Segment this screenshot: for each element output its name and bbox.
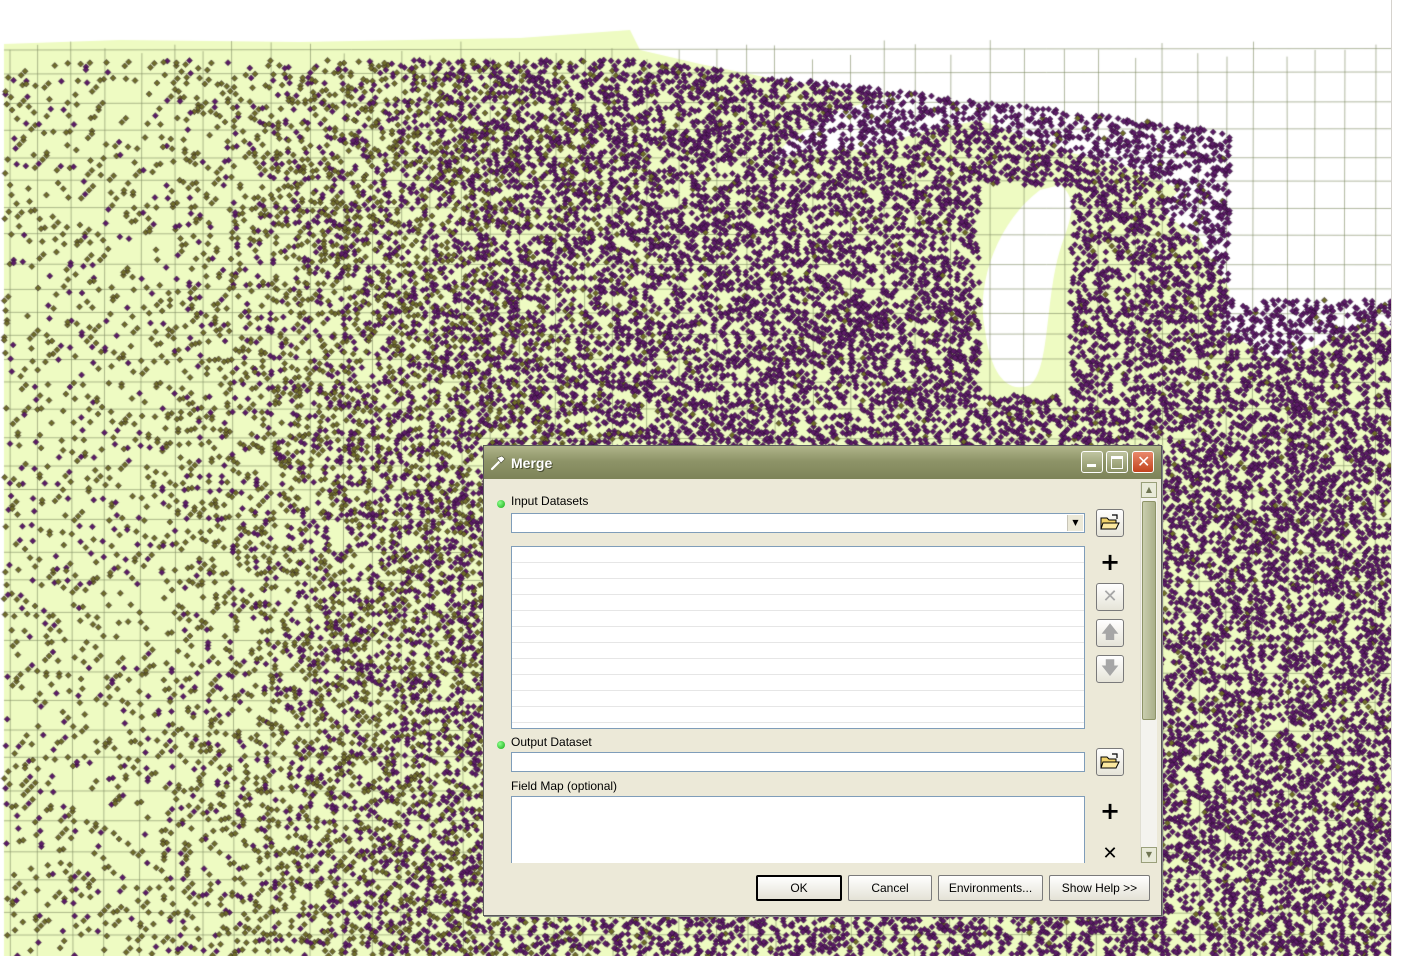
list-row[interactable] [512,659,1084,675]
move-up-icon: 🡅 [1100,622,1120,643]
output-dataset-label: Output Dataset [511,735,592,749]
list-row[interactable] [512,675,1084,691]
list-row[interactable] [512,563,1084,579]
list-row[interactable] [512,611,1084,627]
open-folder-icon [1100,753,1120,769]
show-help-button[interactable]: Show Help >> [1049,875,1150,901]
map-right-edge [1391,0,1406,956]
open-folder-icon [1100,514,1120,530]
list-row[interactable] [512,691,1084,707]
delete-icon: ✕ [1102,843,1118,864]
dialog-title: Merge [511,455,553,471]
dialog-titlebar[interactable]: Merge ✕ [484,446,1161,479]
dialog-footer: OK Cancel Environments... Show Help >> [484,863,1161,915]
list-row[interactable] [512,627,1084,643]
required-indicator-icon [497,500,505,508]
remove-input-button[interactable]: ✕ [1096,583,1124,611]
scroll-up-button[interactable]: ▲ [1141,482,1157,498]
cancel-button[interactable]: Cancel [848,875,932,901]
dialog-content: Input Datasets ▼ + ✕ 🡅 🡇 Output Dataset … [484,479,1161,866]
minimize-icon [1087,464,1096,467]
add-input-button[interactable]: + [1096,548,1124,576]
required-indicator-icon [497,741,505,749]
field-map-label: Field Map (optional) [511,779,618,793]
output-dataset-field[interactable] [511,752,1085,772]
plus-icon: + [1099,548,1121,576]
list-row[interactable] [512,579,1084,595]
plus-icon: + [1099,797,1121,825]
maximize-icon [1111,456,1123,469]
delete-icon: ✕ [1102,586,1118,607]
input-datasets-combo[interactable]: ▼ [511,513,1085,533]
input-datasets-list[interactable] [511,546,1085,729]
move-down-button[interactable]: 🡇 [1096,655,1124,683]
minimize-button[interactable] [1081,451,1103,473]
environments-button[interactable]: Environments... [938,875,1043,901]
add-field-button[interactable]: + [1096,797,1124,825]
scroll-down-button[interactable]: ▼ [1141,847,1157,863]
hammer-icon [490,455,506,471]
browse-output-button[interactable] [1096,748,1124,776]
close-button[interactable]: ✕ [1132,451,1154,473]
move-down-icon: 🡇 [1100,658,1120,679]
list-row[interactable] [512,595,1084,611]
vertical-scrollbar[interactable]: ▲ ▼ [1140,482,1157,863]
scroll-thumb[interactable] [1142,501,1156,720]
ok-button[interactable]: OK [756,875,842,901]
field-map-box[interactable] [511,796,1085,866]
maximize-button[interactable] [1106,451,1128,473]
input-datasets-label: Input Datasets [511,494,589,508]
close-icon: ✕ [1137,452,1151,471]
move-up-button[interactable]: 🡅 [1096,619,1124,647]
list-row[interactable] [512,707,1084,723]
browse-input-button[interactable] [1096,509,1124,537]
merge-dialog: Merge ✕ Input Datasets ▼ + ✕ 🡅 🡇 Output … [483,445,1162,916]
dropdown-arrow-icon[interactable]: ▼ [1067,515,1083,531]
list-row[interactable] [512,643,1084,659]
list-row[interactable] [512,547,1084,563]
